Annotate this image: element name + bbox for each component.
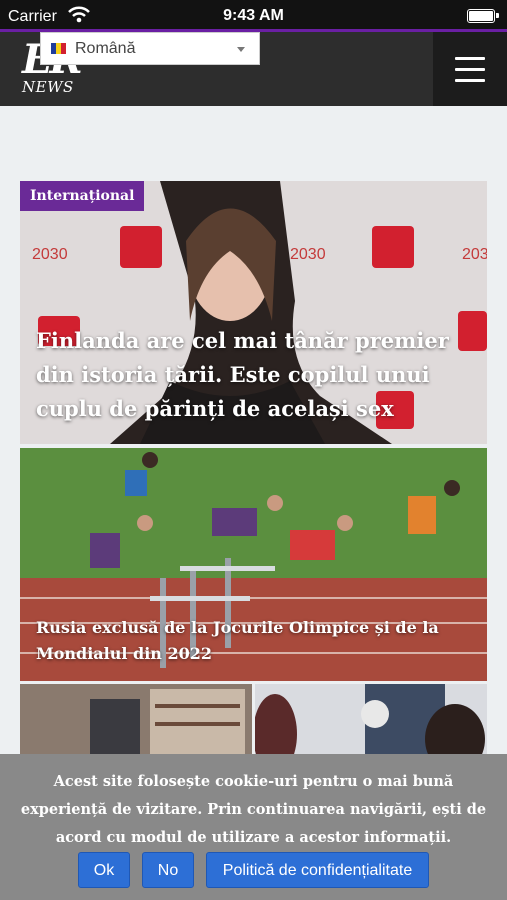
- cookie-consent-banner: Acest site folosește cookie-uri pentru o…: [0, 754, 507, 900]
- article-thumbnail-row: [20, 684, 487, 754]
- article-title[interactable]: Finlanda are cel mai tânăr premier din i…: [36, 324, 471, 426]
- article-title[interactable]: Rusia exclusă de la Jocurile Olimpice și…: [36, 615, 471, 667]
- article-card-sport[interactable]: Rusia exclusă de la Jocurile Olimpice și…: [20, 448, 487, 681]
- menu-bar-icon: [455, 79, 485, 82]
- article-thumbnail[interactable]: [20, 684, 252, 754]
- cookie-ok-button[interactable]: Ok: [78, 852, 130, 888]
- privacy-policy-button[interactable]: Politică de confidențialitate: [206, 852, 429, 888]
- language-select[interactable]: Română: [40, 32, 260, 65]
- cookie-no-button[interactable]: No: [142, 852, 194, 888]
- status-time: 9:43 AM: [223, 7, 284, 24]
- cookie-message: Acest site folosește cookie-uri pentru o…: [20, 773, 487, 846]
- menu-bar-icon: [455, 57, 485, 60]
- status-bar: Carrier 9:43 AM: [0, 0, 507, 32]
- article-card-hero[interactable]: 2030 2030 203 Finlanda are cel mai tânăr…: [20, 181, 487, 444]
- chevron-down-icon: [237, 47, 245, 52]
- language-label: Română: [75, 40, 136, 57]
- category-badge[interactable]: Internațional: [20, 181, 145, 211]
- svg-text:2030: 2030: [290, 246, 326, 263]
- article-thumbnail[interactable]: [255, 684, 487, 754]
- svg-text:2030: 2030: [32, 246, 68, 263]
- menu-bar-icon: [455, 68, 485, 71]
- svg-text:203: 203: [462, 246, 487, 263]
- romania-flag-icon: [51, 43, 66, 54]
- logo-subtitle: NEWS: [22, 78, 74, 96]
- hamburger-menu-button[interactable]: [433, 32, 507, 106]
- battery-icon: [467, 9, 495, 23]
- battery-tip: [496, 13, 499, 18]
- thumbnail-image: [255, 684, 487, 754]
- thumbnail-image: [20, 684, 252, 754]
